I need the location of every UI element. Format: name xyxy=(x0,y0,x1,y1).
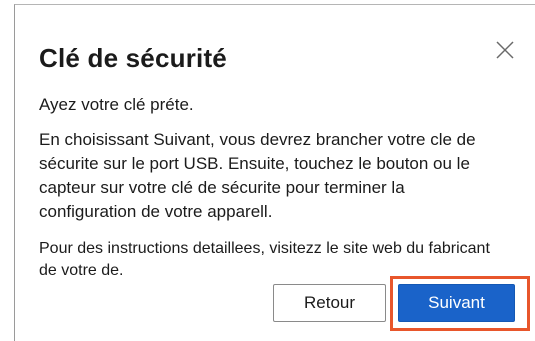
next-button[interactable]: Suivant xyxy=(398,284,515,322)
body-line-2: sécurite sur le port USB. Ensuite, touch… xyxy=(39,154,470,173)
dialog-title: Clé de sécurité xyxy=(39,43,227,73)
back-button[interactable]: Retour xyxy=(273,284,386,322)
close-icon[interactable] xyxy=(493,38,517,62)
body-line-4: configuration de votre apparell. xyxy=(39,202,273,221)
dialog-subtitle: Ayez votre clé préte. xyxy=(39,95,194,114)
info-line-1: Pour des instructions detaillees, visite… xyxy=(39,240,490,257)
info-line-2: de votre de. xyxy=(39,262,124,279)
body-line-1: En choisissant Suivant, vous devrez bran… xyxy=(39,130,476,149)
security-key-dialog: Clé de sécurité Ayez votre clé préte. En… xyxy=(14,4,535,341)
body-line-3: capteur sur votre clé de sécurite pour t… xyxy=(39,178,405,197)
